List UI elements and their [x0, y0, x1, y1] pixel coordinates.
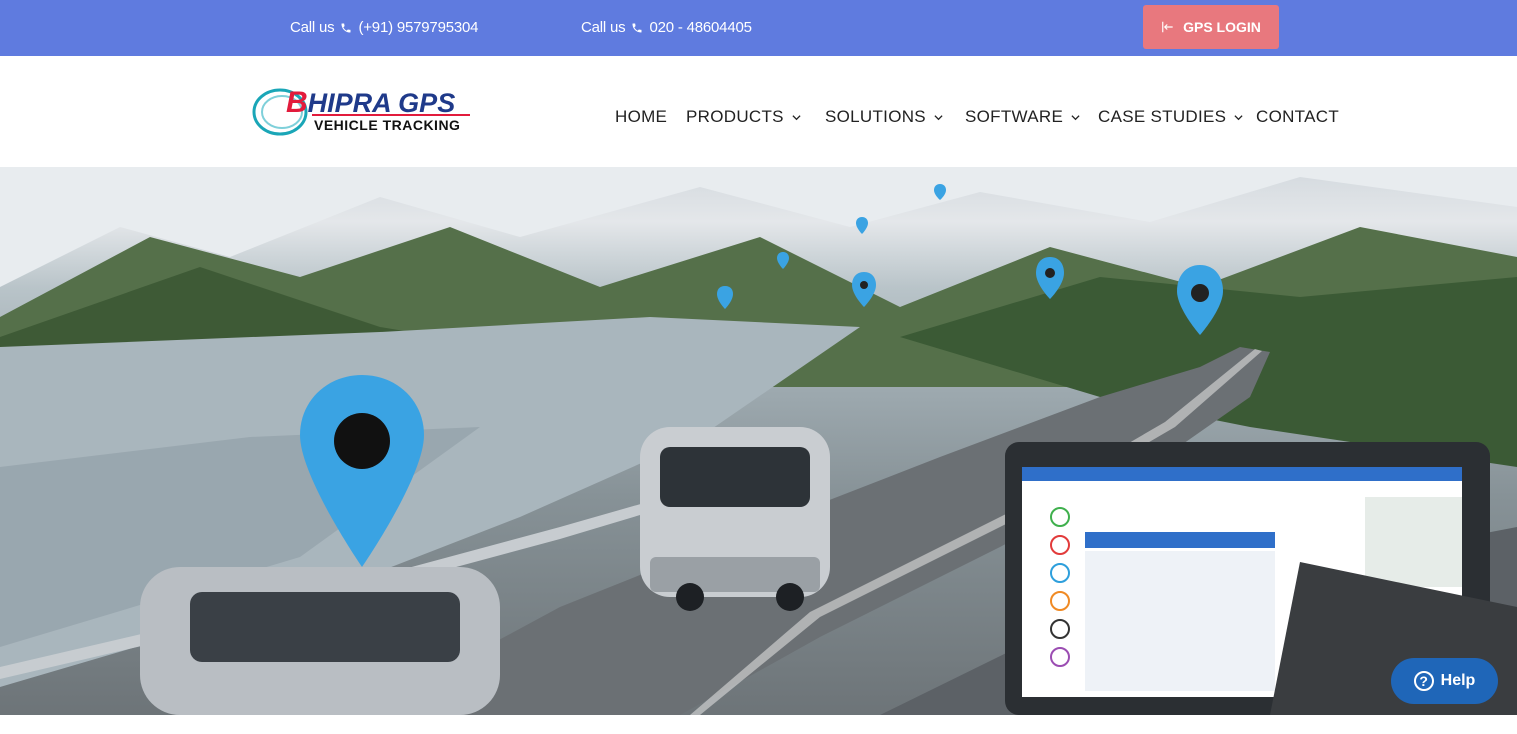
hero-banner	[0, 167, 1517, 715]
nav-item-case-studies[interactable]: CASE STUDIES	[1098, 107, 1243, 127]
van-foreground	[140, 567, 500, 715]
nav-item-contact[interactable]: CONTACT	[1256, 107, 1339, 127]
phone-icon	[632, 23, 642, 32]
logo-underline	[312, 114, 470, 116]
help-label: Help	[1440, 672, 1476, 689]
nav-item-software[interactable]: SOFTWARE	[965, 107, 1080, 127]
chevron-down-icon	[1234, 114, 1243, 120]
nav-item-solutions[interactable]: SOLUTIONS	[825, 107, 943, 127]
nav-item-home[interactable]: HOME	[615, 107, 667, 127]
gps-login-label: GPS LOGIN	[1183, 19, 1261, 35]
nav-contact-label: CONTACT	[1256, 107, 1339, 126]
help-button[interactable]: ? Help	[1391, 658, 1498, 704]
nav-case-studies-label: CASE STUDIES	[1098, 107, 1227, 126]
chevron-down-icon	[792, 114, 801, 120]
call-us-label: Call us	[581, 19, 626, 36]
nav-solutions-label: SOLUTIONS	[825, 107, 926, 126]
top-contact-bar: Call us (+91) 9579795304 Call us 020 - 4…	[0, 0, 1517, 56]
map-pin-icon	[856, 217, 868, 234]
phone-icon	[341, 23, 351, 32]
nav-home-label: HOME	[615, 107, 668, 126]
logo-tagline: VEHICLE TRACKING	[314, 117, 461, 133]
van-front	[640, 427, 830, 611]
hero-illustration	[0, 167, 1517, 715]
site-logo[interactable]: BHIPRA GPS VEHICLE TRACKING	[252, 80, 474, 138]
chevron-down-icon	[934, 114, 943, 120]
sign-in-icon	[1162, 21, 1173, 33]
chevron-down-icon	[1071, 114, 1080, 120]
nav-software-label: SOFTWARE	[965, 107, 1064, 126]
nav-products-label: PRODUCTS	[686, 107, 784, 126]
gps-login-button[interactable]: GPS LOGIN	[1143, 5, 1279, 49]
call-us-label: Call us	[290, 19, 335, 36]
call-us-mobile[interactable]: Call us (+91) 9579795304	[290, 19, 478, 36]
help-icon: ?	[1413, 671, 1434, 691]
call-us-landline[interactable]: Call us 020 - 48604405	[581, 19, 752, 36]
phone-number-landline: 020 - 48604405	[649, 19, 752, 36]
nav-item-products[interactable]: PRODUCTS	[686, 107, 801, 127]
phone-number-mobile: (+91) 9579795304	[358, 19, 479, 36]
